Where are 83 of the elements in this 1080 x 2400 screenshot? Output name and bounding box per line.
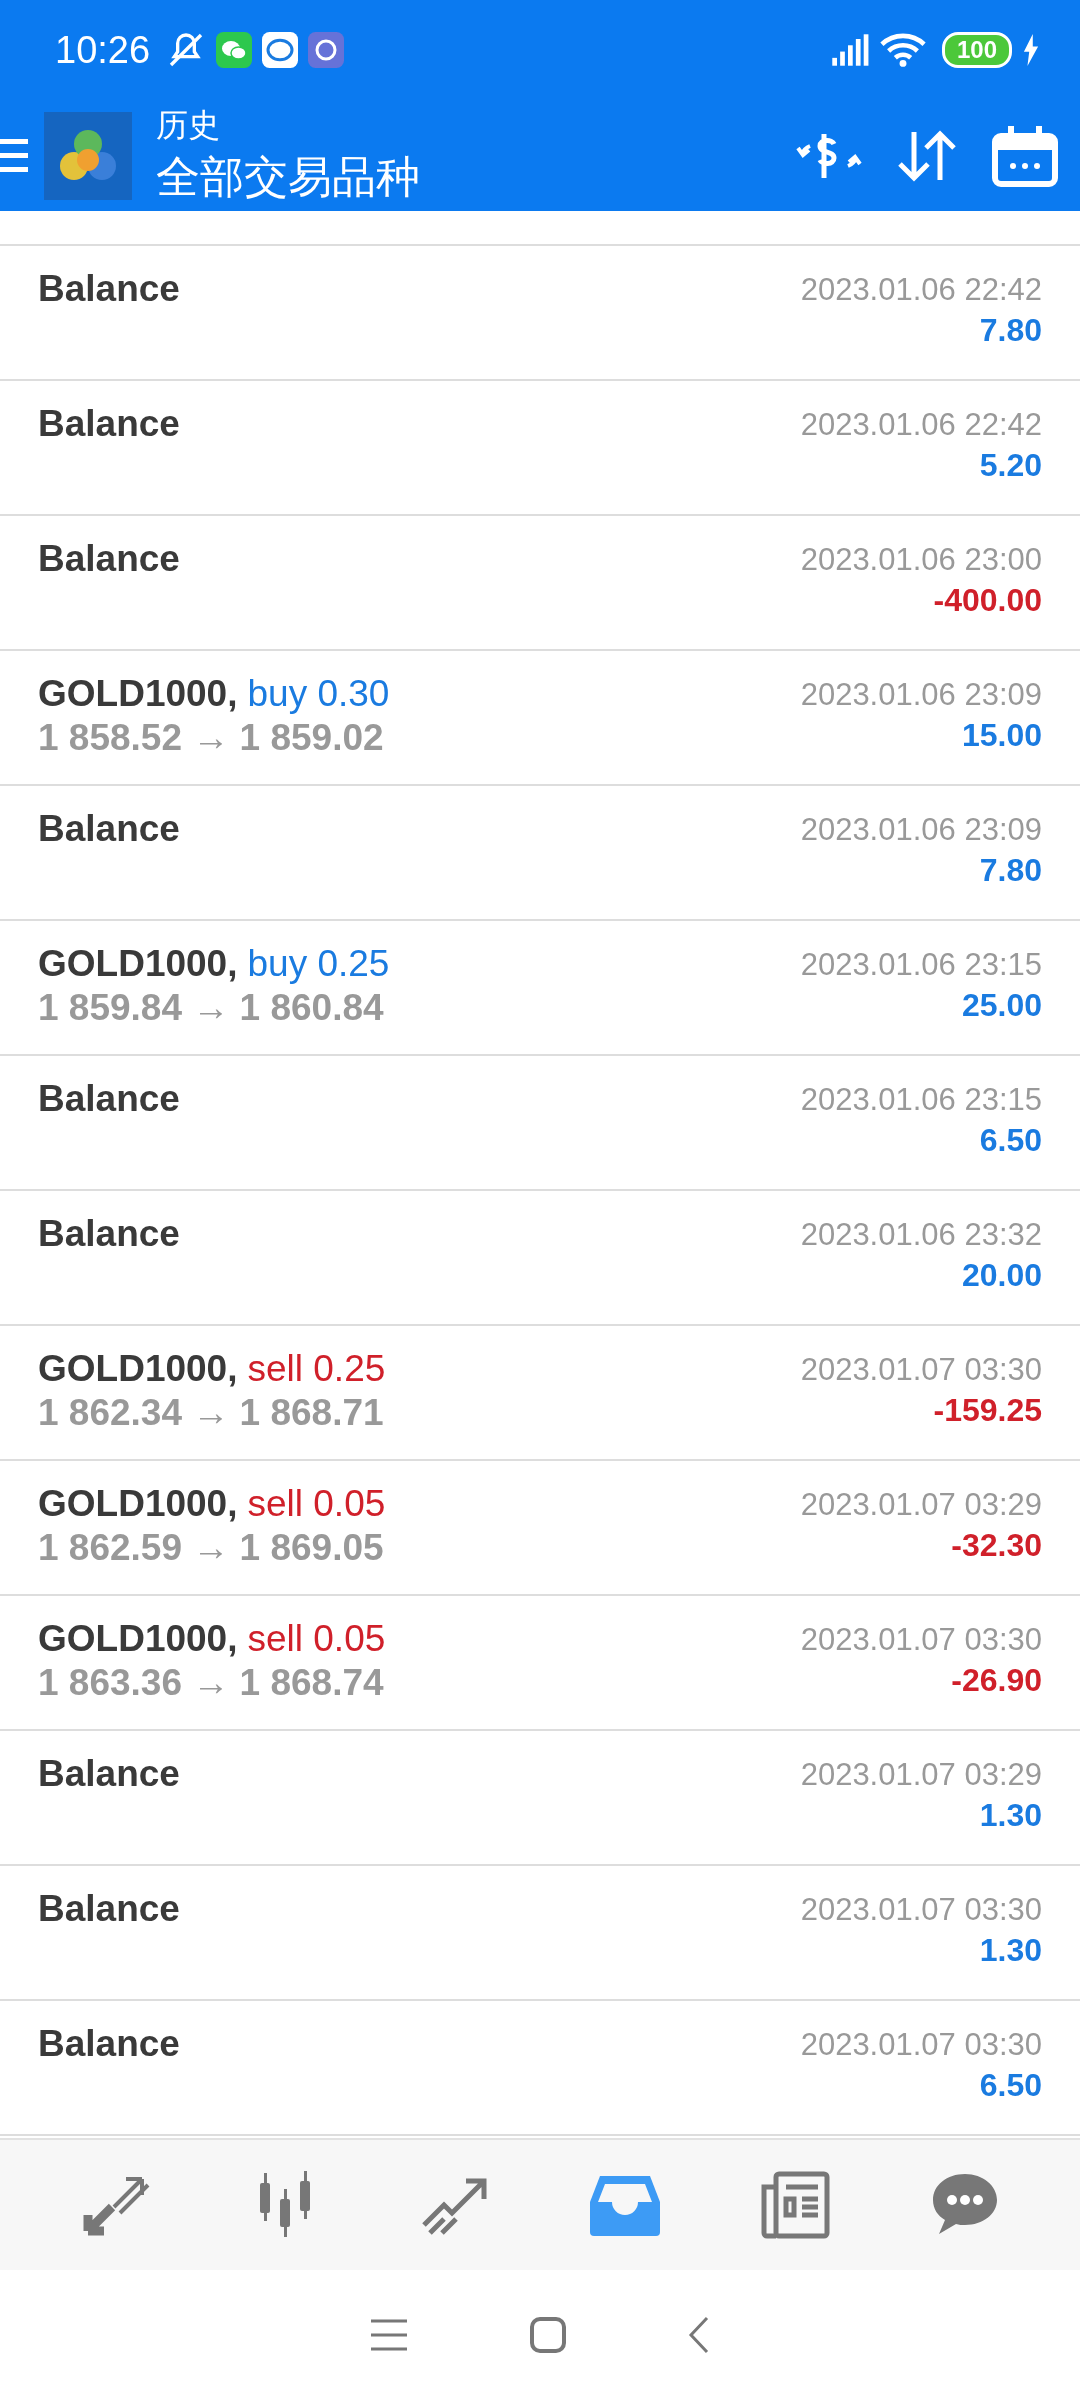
balance-label: Balance xyxy=(38,1753,180,1795)
deal-time: 2023.01.07 03:30 xyxy=(800,1352,1042,1388)
chat-app-icon xyxy=(216,32,253,68)
charging-icon xyxy=(1022,34,1040,66)
deal-time: 2023.01.06 23:09 xyxy=(800,677,1042,713)
history-row[interactable]: GOLD1000, sell 0.25 1 862.34 → 1 868.71 2023.01.07 03:30 -159.25 xyxy=(0,1326,1080,1461)
profit-value: 1.30 xyxy=(979,1932,1042,1969)
trade-symbol: GOLD1000, xyxy=(38,1348,238,1390)
message-app-icon xyxy=(262,32,299,68)
balance-label: Balance xyxy=(38,2023,180,2065)
inbox-icon[interactable] xyxy=(590,2174,660,2236)
profit-value: -32.30 xyxy=(951,1527,1042,1564)
trade-symbol: GOLD1000, xyxy=(38,1483,238,1525)
price-range: 1 859.84 → 1 860.84 xyxy=(38,987,385,1029)
deal-time: 2023.01.06 23:32 xyxy=(800,1217,1042,1253)
trade-symbol: GOLD1000, xyxy=(38,943,238,985)
calendar-icon[interactable] xyxy=(990,123,1060,188)
trade-symbol: GOLD1000, xyxy=(38,1618,238,1660)
order-type: sell 0.05 xyxy=(247,1483,386,1525)
history-row[interactable]: Balance 2023.01.06 22:42 7.80 xyxy=(0,246,1080,381)
balance-label: Balance xyxy=(38,808,180,850)
order-type: sell 0.05 xyxy=(247,1618,386,1660)
profit-value: 6.50 xyxy=(979,1122,1042,1159)
history-row[interactable]: Balance 2023.01.07 03:30 6.50 xyxy=(0,2001,1080,2136)
history-row[interactable]: Balance 2023.01.06 23:15 6.50 xyxy=(0,1056,1080,1191)
history-row[interactable]: GOLD1000, buy 0.25 1 859.84 → 1 860.84 2023.01.06 23:15 25.00 xyxy=(0,921,1080,1056)
price-range: 1 858.52 → 1 859.02 xyxy=(38,717,385,759)
deal-time: 2023.01.06 22:42 xyxy=(800,272,1042,308)
history-row[interactable]: GOLD1000, buy 0.30 1 858.52 → 1 859.02 2023.01.06 23:09 15.00 xyxy=(0,651,1080,786)
history-row[interactable]: GOLD1000, sell 0.05 1 863.36 → 1 868.74 2023.01.07 03:30 -26.90 xyxy=(0,1596,1080,1731)
back-icon[interactable] xyxy=(687,2315,711,2355)
deal-time: 2023.01.07 03:30 xyxy=(800,2027,1042,2063)
menu-icon[interactable] xyxy=(0,136,28,175)
price-range: 1 862.34 → 1 868.71 xyxy=(38,1392,385,1434)
profit-value: -159.25 xyxy=(933,1392,1042,1429)
balance-label: Balance xyxy=(38,403,180,445)
app-icon xyxy=(308,32,345,68)
profit-value: 5.20 xyxy=(979,447,1042,484)
deal-time: 2023.01.07 03:30 xyxy=(800,1622,1042,1658)
profit-value: 7.80 xyxy=(979,852,1042,889)
history-row[interactable]: Balance 2023.01.06 23:00 -400.00 xyxy=(0,516,1080,651)
app-logo-icon xyxy=(44,111,132,200)
deal-time: 2023.01.06 23:15 xyxy=(800,947,1042,983)
history-row[interactable]: Balance 2023.01.06 23:09 7.80 xyxy=(0,786,1080,921)
battery-indicator: 100 xyxy=(941,32,1012,68)
deal-time: 2023.01.06 23:15 xyxy=(800,1082,1042,1118)
profit-value: -26.90 xyxy=(951,1662,1042,1699)
deal-time: 2023.01.07 03:29 xyxy=(800,1757,1042,1793)
order-type: sell 0.25 xyxy=(247,1348,386,1390)
deal-time: 2023.01.06 23:09 xyxy=(800,812,1042,848)
deal-time: 2023.01.06 23:00 xyxy=(800,542,1042,578)
profit-value: 15.00 xyxy=(961,717,1042,754)
deal-time: 2023.01.07 03:30 xyxy=(800,1892,1042,1928)
balance-label: Balance xyxy=(38,1078,180,1120)
history-row[interactable]: Balance 2023.01.07 03:30 1.30 xyxy=(0,1866,1080,2001)
status-time: 10:26 xyxy=(55,28,151,72)
symbol-filter[interactable]: 全部交易品种 xyxy=(156,148,420,207)
history-row[interactable]: GOLD1000, sell 0.05 1 862.59 → 1 869.05 2023.01.07 03:29 -32.30 xyxy=(0,1461,1080,1596)
deal-time: 2023.01.06 22:42 xyxy=(800,407,1042,443)
history-row[interactable]: Balance 2023.01.06 22:42 5.20 xyxy=(0,381,1080,516)
balance-label: Balance xyxy=(38,268,180,310)
history-row[interactable]: Balance 2023.01.06 23:32 20.00 xyxy=(0,1191,1080,1326)
newspaper-icon[interactable] xyxy=(760,2171,830,2239)
balance-label: Balance xyxy=(38,1888,180,1930)
profit-value: 20.00 xyxy=(961,1257,1042,1294)
price-range: 1 862.59 → 1 869.05 xyxy=(38,1527,385,1569)
balance-label: Balance xyxy=(38,1213,180,1255)
home-icon[interactable] xyxy=(529,2316,567,2354)
deal-time: 2023.01.07 03:29 xyxy=(800,1487,1042,1523)
screen-title: 历史 xyxy=(156,106,221,145)
profit-value: 25.00 xyxy=(961,987,1042,1024)
wifi-icon xyxy=(879,32,926,68)
profit-value: 7.80 xyxy=(979,312,1042,349)
trade-symbol: GOLD1000, xyxy=(38,673,238,715)
order-type: buy 0.25 xyxy=(247,943,390,985)
profit-value: 1.30 xyxy=(979,1797,1042,1834)
profit-value: -400.00 xyxy=(933,582,1042,619)
menu-icon[interactable] xyxy=(369,2317,409,2353)
price-range: 1 863.36 → 1 868.74 xyxy=(38,1662,385,1704)
order-type: buy 0.30 xyxy=(247,673,390,715)
profit-value: 6.50 xyxy=(979,2067,1042,2104)
history-row[interactable]: Balance 2023.01.07 03:29 1.30 xyxy=(0,1731,1080,1866)
balance-label: Balance xyxy=(38,538,180,580)
